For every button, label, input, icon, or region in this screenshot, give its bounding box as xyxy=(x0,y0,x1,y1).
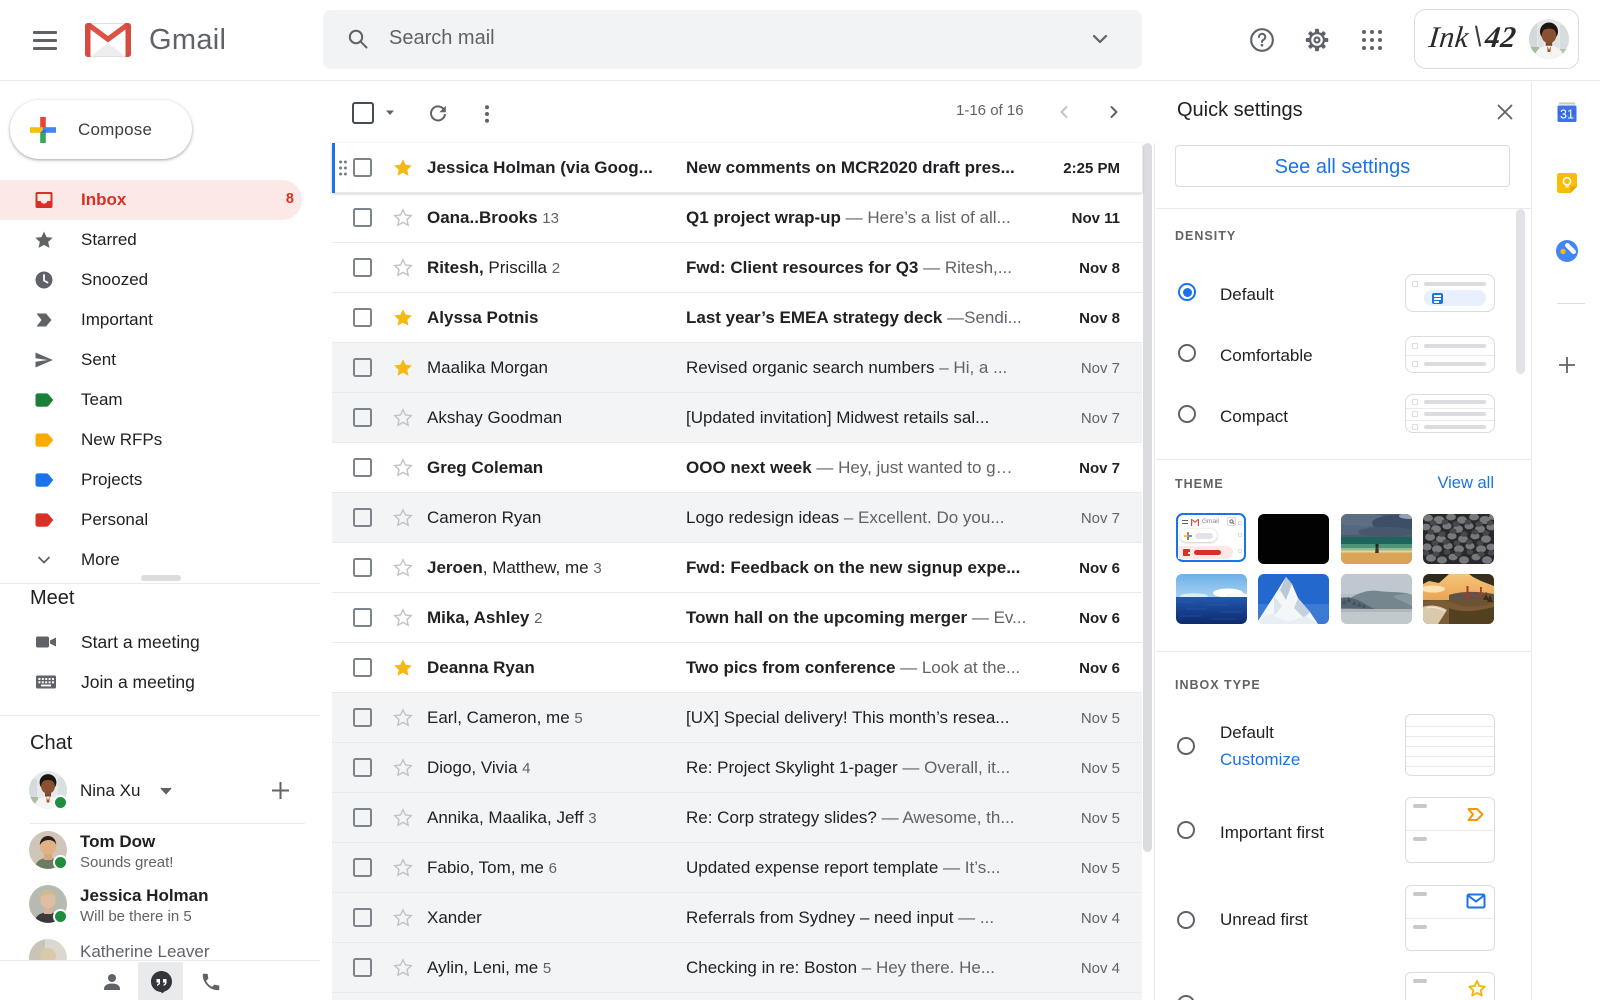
svg-text:31: 31 xyxy=(1560,108,1574,122)
